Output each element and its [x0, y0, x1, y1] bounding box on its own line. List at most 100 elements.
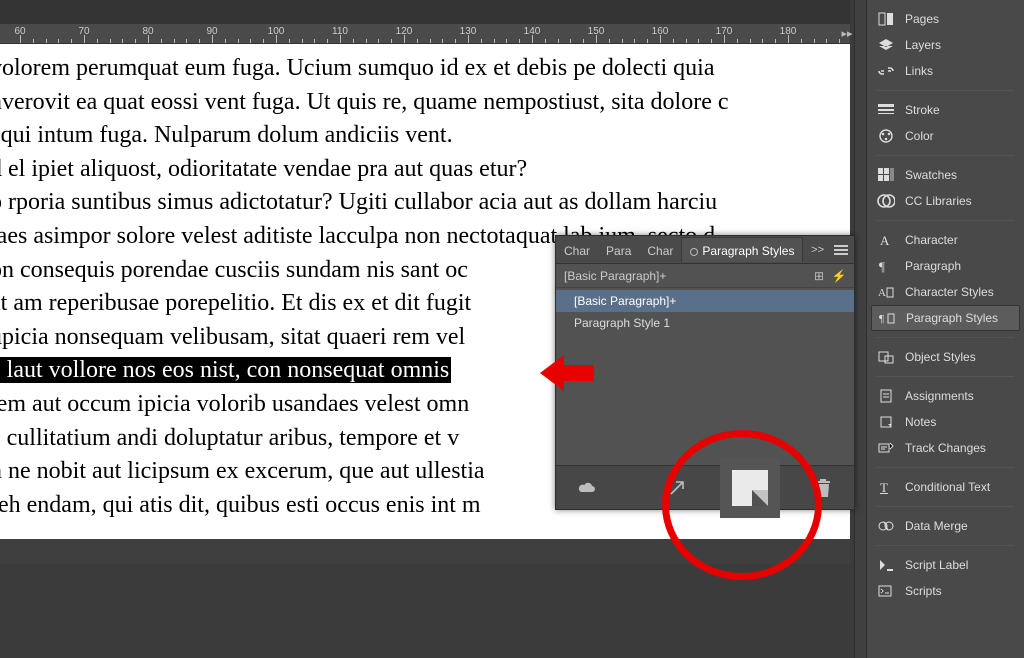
- create-new-style-button[interactable]: [720, 458, 780, 518]
- paragraph-icon: ¶: [877, 258, 895, 274]
- charstyles-icon: A: [877, 284, 895, 300]
- scriptlabel-icon: [877, 557, 895, 573]
- paragraph-style-item[interactable]: [Basic Paragraph]+: [556, 290, 854, 312]
- dock-item-label: Track Changes: [905, 441, 986, 455]
- dock-item-links[interactable]: Links: [867, 58, 1024, 84]
- dock-item-label: Script Label: [905, 558, 968, 572]
- new-page-icon: [732, 470, 768, 506]
- dock-item-label: Paragraph: [905, 259, 961, 273]
- dock-item-label: Pages: [905, 12, 939, 26]
- text-line[interactable]: nverovit ea quat eossi vent fuga. Ut qui…: [0, 86, 840, 120]
- dock-item-pages[interactable]: Pages: [867, 6, 1024, 32]
- svg-text:¶: ¶: [879, 259, 885, 273]
- clear-overrides-button[interactable]: [664, 475, 690, 501]
- cc-library-sync-icon[interactable]: [574, 475, 600, 501]
- dock-item-character-styles[interactable]: A Character Styles: [867, 279, 1024, 305]
- pages-icon: [877, 11, 895, 27]
- dock-item-character[interactable]: A Character: [867, 227, 1024, 253]
- scripts-icon: [877, 583, 895, 599]
- dock-item-label: Stroke: [905, 103, 940, 117]
- layers-icon: [877, 37, 895, 53]
- panel-dock-strip[interactable]: [854, 0, 866, 658]
- dock-item-data-merge[interactable]: Data Merge: [867, 513, 1024, 539]
- text-line[interactable]: d el ipiet aliquost, odioritatate vendae…: [0, 153, 840, 187]
- dock-separator: [877, 376, 1014, 377]
- dock-item-label: Notes: [905, 415, 936, 429]
- dock-item-assignments[interactable]: Assignments: [867, 383, 1024, 409]
- panel-dock-expand-chevron[interactable]: ▸▸: [840, 24, 854, 42]
- new-style-group-icon[interactable]: ⊞: [812, 269, 826, 283]
- text-line[interactable]: o rporia suntibus simus adictotatur? Ugi…: [0, 186, 840, 220]
- dock-separator: [877, 220, 1014, 221]
- links-icon: [877, 63, 895, 79]
- horizontal-ruler[interactable]: 60708090100110120130140150160170180: [0, 24, 850, 44]
- dock-item-label: Character Styles: [905, 285, 994, 299]
- delete-style-button[interactable]: [810, 475, 836, 501]
- dock-separator: [877, 545, 1014, 546]
- panel-tab-label: Para: [606, 244, 631, 258]
- panel-tab-char[interactable]: Char: [639, 238, 681, 262]
- datamerge-icon: [877, 518, 895, 534]
- right-panel-dock[interactable]: Pages Layers Links Stroke Color Swatches CC Li…: [866, 0, 1024, 658]
- dock-item-label: Object Styles: [905, 350, 976, 364]
- dock-item-cc-libraries[interactable]: CC Libraries: [867, 188, 1024, 214]
- notes-icon: [877, 414, 895, 430]
- dock-separator: [877, 506, 1014, 507]
- dock-item-label: Data Merge: [905, 519, 968, 533]
- annotation-arrow: [540, 355, 600, 391]
- paragraph-style-list[interactable]: [Basic Paragraph]+Paragraph Style 1: [556, 288, 854, 465]
- dock-item-label: Color: [905, 129, 934, 143]
- dock-item-label: Swatches: [905, 168, 957, 182]
- panel-status-row: [Basic Paragraph]+ ⊞ ⚡: [556, 264, 854, 288]
- dock-item-label: Paragraph Styles: [906, 311, 998, 325]
- panel-flyout-menu-button[interactable]: [828, 243, 854, 257]
- dock-item-notes[interactable]: Notes: [867, 409, 1024, 435]
- color-icon: [877, 128, 895, 144]
- dock-item-paragraph[interactable]: ¶ Paragraph: [867, 253, 1024, 279]
- dock-item-scripts[interactable]: Scripts: [867, 578, 1024, 604]
- dock-item-object-styles[interactable]: Object Styles: [867, 344, 1024, 370]
- panel-tab-strip[interactable]: Char Para Char Paragraph Styles >>: [556, 236, 854, 264]
- paragraph-style-item[interactable]: Paragraph Style 1: [556, 312, 854, 334]
- panel-collapse-button[interactable]: >>: [807, 244, 828, 256]
- dock-item-label: Scripts: [905, 584, 942, 598]
- selected-text[interactable]: e laut vollore nos eos nist, con nonsequ…: [0, 357, 451, 383]
- text-line[interactable]: equi intum fuga. Nulparum dolum andiciis…: [0, 119, 840, 153]
- dock-item-stroke[interactable]: Stroke: [867, 97, 1024, 123]
- paragraph-styles-panel[interactable]: Char Para Char Paragraph Styles >> [Basic P…: [555, 235, 855, 510]
- dock-item-layers[interactable]: Layers: [867, 32, 1024, 58]
- parastyles-icon: ¶: [878, 310, 896, 326]
- svg-text:T: T: [880, 480, 888, 494]
- app-top-bar: [0, 0, 850, 24]
- panel-tab-label: Char: [647, 244, 673, 258]
- panel-tab-paragraph-styles[interactable]: Paragraph Styles: [681, 237, 803, 262]
- dock-item-script-label[interactable]: Script Label: [867, 552, 1024, 578]
- dock-item-label: Conditional Text: [905, 480, 990, 494]
- dock-separator: [877, 155, 1014, 156]
- dock-item-conditional-text[interactable]: T Conditional Text: [867, 474, 1024, 500]
- dock-item-track-changes[interactable]: Track Changes: [867, 435, 1024, 461]
- dock-item-label: Links: [905, 64, 933, 78]
- track-icon: [877, 440, 895, 456]
- panel-tab-para[interactable]: Para: [598, 238, 639, 262]
- panel-tab-char[interactable]: Char: [556, 238, 598, 262]
- dock-item-color[interactable]: Color: [867, 123, 1024, 149]
- stroke-icon: [877, 102, 895, 118]
- panel-footer: [556, 465, 854, 509]
- dock-item-label: Character: [905, 233, 958, 247]
- dock-item-swatches[interactable]: Swatches: [867, 162, 1024, 188]
- text-line[interactable]: volorem perumquat eum fuga. Ucium sumquo…: [0, 52, 840, 86]
- dock-item-paragraph-styles[interactable]: ¶ Paragraph Styles: [871, 305, 1020, 331]
- dock-separator: [877, 337, 1014, 338]
- panel-tab-label: Paragraph Styles: [702, 244, 794, 258]
- svg-text:A: A: [880, 233, 890, 247]
- objstyles-icon: [877, 349, 895, 365]
- panel-tab-label: Char: [564, 244, 590, 258]
- cc-icon: [877, 193, 895, 209]
- dock-separator: [877, 467, 1014, 468]
- character-icon: A: [877, 232, 895, 248]
- dock-item-label: Assignments: [905, 389, 974, 403]
- panel-current-style-label: [Basic Paragraph]+: [564, 269, 666, 283]
- clear-overrides-icon[interactable]: ⚡: [832, 269, 846, 283]
- swatches-icon: [877, 167, 895, 183]
